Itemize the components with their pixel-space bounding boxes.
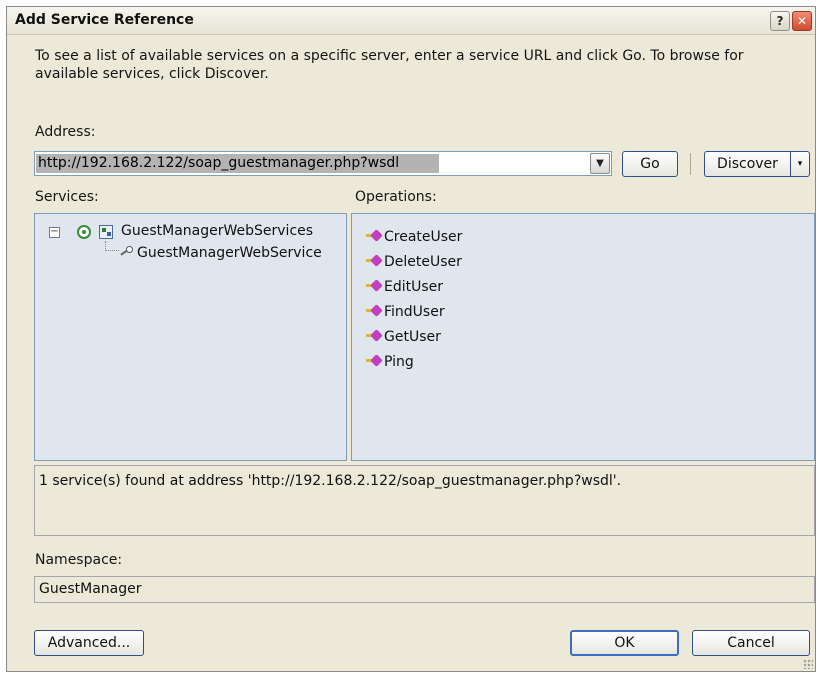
method-icon [366, 330, 382, 342]
operation-name: EditUser [384, 279, 444, 295]
operation-name: DeleteUser [384, 254, 462, 270]
tree-connector [105, 241, 119, 251]
services-tree[interactable]: − GuestManagerWebServices GuestManagerWe… [34, 213, 347, 461]
namespace-field[interactable]: GuestManager [34, 576, 815, 603]
address-label: Address: [35, 124, 96, 140]
cancel-button[interactable]: Cancel [692, 630, 810, 656]
advanced-button[interactable]: Advanced... [34, 630, 144, 656]
operation-name: GetUser [384, 329, 441, 345]
list-item[interactable]: CreateUser [366, 228, 462, 246]
instructions-text: To see a list of available services on a… [35, 48, 744, 82]
add-service-reference-dialog: Add Service Reference ? ✕ To see a list … [6, 6, 816, 672]
resize-grip-icon[interactable] [803, 659, 813, 669]
tree-node-root[interactable]: GuestManagerWebServices [121, 223, 313, 239]
list-item[interactable]: DeleteUser [366, 253, 462, 271]
method-icon [366, 280, 382, 292]
method-icon [366, 355, 382, 367]
title-bar: Add Service Reference ? ✕ [7, 7, 815, 35]
list-item[interactable]: FindUser [366, 303, 445, 321]
discover-dropdown-button[interactable]: ▾ [790, 151, 810, 177]
status-box: 1 service(s) found at address 'http://19… [34, 465, 815, 536]
list-item[interactable]: Ping [366, 353, 414, 371]
method-icon [366, 305, 382, 317]
tree-node-child[interactable]: GuestManagerWebService [137, 245, 322, 261]
status-message: 1 service(s) found at address 'http://19… [39, 473, 622, 489]
discover-button[interactable]: Discover [704, 151, 790, 177]
operations-label: Operations: [355, 189, 437, 205]
operation-name: Ping [384, 354, 414, 370]
chevron-down-icon[interactable]: ▼ [590, 153, 610, 174]
endpoint-icon [119, 246, 133, 260]
method-icon [366, 230, 382, 242]
dialog-title: Add Service Reference [15, 12, 194, 28]
collapse-icon[interactable]: − [49, 227, 60, 238]
toolbar-separator [690, 153, 691, 175]
help-button[interactable]: ? [770, 11, 790, 31]
address-combobox[interactable]: http://192.168.2.122/soap_guestmanager.p… [34, 151, 612, 176]
operation-name: CreateUser [384, 229, 463, 245]
ok-button[interactable]: OK [570, 630, 679, 656]
operations-list[interactable]: CreateUser DeleteUser EditUser FindUser … [351, 213, 815, 461]
list-item[interactable]: EditUser [366, 278, 443, 296]
list-item[interactable]: GetUser [366, 328, 441, 346]
go-button[interactable]: Go [622, 151, 678, 177]
close-button[interactable]: ✕ [792, 11, 812, 31]
method-icon [366, 255, 382, 267]
operation-name: FindUser [384, 304, 445, 320]
address-input[interactable]: http://192.168.2.122/soap_guestmanager.p… [36, 154, 439, 173]
services-label: Services: [35, 189, 99, 205]
service-reference-icon [99, 225, 113, 239]
namespace-label: Namespace: [35, 552, 123, 568]
service-globe-icon [77, 225, 91, 239]
